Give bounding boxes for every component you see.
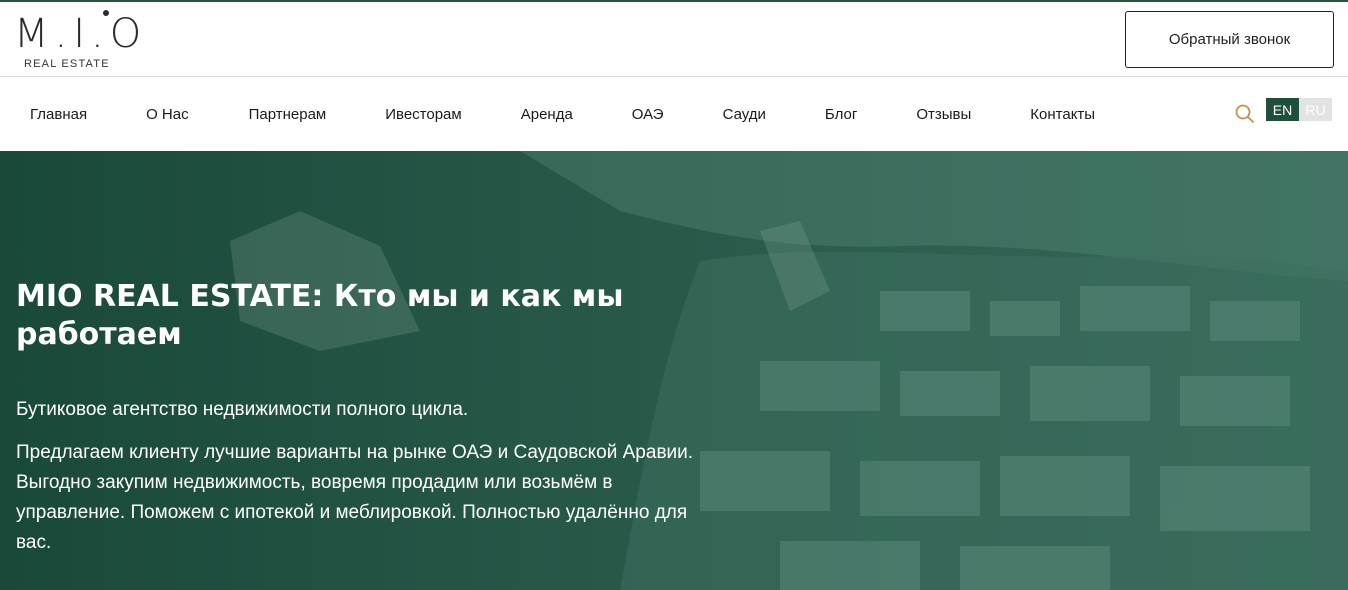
nav-item-home[interactable]: Главная: [30, 106, 87, 123]
search-icon[interactable]: [1234, 103, 1256, 125]
nav-item-reviews[interactable]: Отзывы: [916, 106, 971, 123]
nav-item-investors[interactable]: Ивесторам: [385, 106, 461, 123]
nav-item-partners[interactable]: Партнерам: [249, 106, 327, 123]
hero-section: MIO REAL ESTATE: Кто мы и как мы работае…: [0, 151, 1348, 590]
nav-item-about[interactable]: О Нас: [146, 106, 189, 123]
nav-item-saudi[interactable]: Сауди: [723, 106, 766, 123]
logo-mark: M.I.O: [14, 11, 148, 57]
hero-lead: Бутиковое агентство недвижимости полного…: [16, 399, 469, 420]
nav-item-contacts[interactable]: Контакты: [1030, 106, 1095, 123]
logo-dot: [103, 10, 109, 16]
main-nav: Главная О Нас Партнерам Ивесторам Аренда…: [0, 77, 1348, 151]
site-header: M.I.O REAL ESTATE Обратный звонок: [0, 2, 1348, 77]
callback-button[interactable]: Обратный звонок: [1125, 11, 1334, 68]
hero-title: MIO REAL ESTATE: Кто мы и как мы работае…: [16, 279, 624, 352]
nav-item-uae[interactable]: ОАЭ: [632, 106, 664, 123]
hero-description: Предлагаем клиенту лучшие варианты на ры…: [16, 442, 694, 553]
site-logo[interactable]: M.I.O REAL ESTATE: [14, 10, 141, 72]
nav-item-blog[interactable]: Блог: [825, 106, 857, 123]
logo-subtitle: REAL ESTATE: [24, 58, 110, 70]
nav-item-rent[interactable]: Аренда: [521, 106, 573, 123]
nav-items: Главная О Нас Партнерам Ивесторам Аренда…: [0, 77, 1095, 151]
lang-en-button[interactable]: EN: [1266, 98, 1299, 121]
lang-ru-button[interactable]: RU: [1299, 98, 1332, 121]
